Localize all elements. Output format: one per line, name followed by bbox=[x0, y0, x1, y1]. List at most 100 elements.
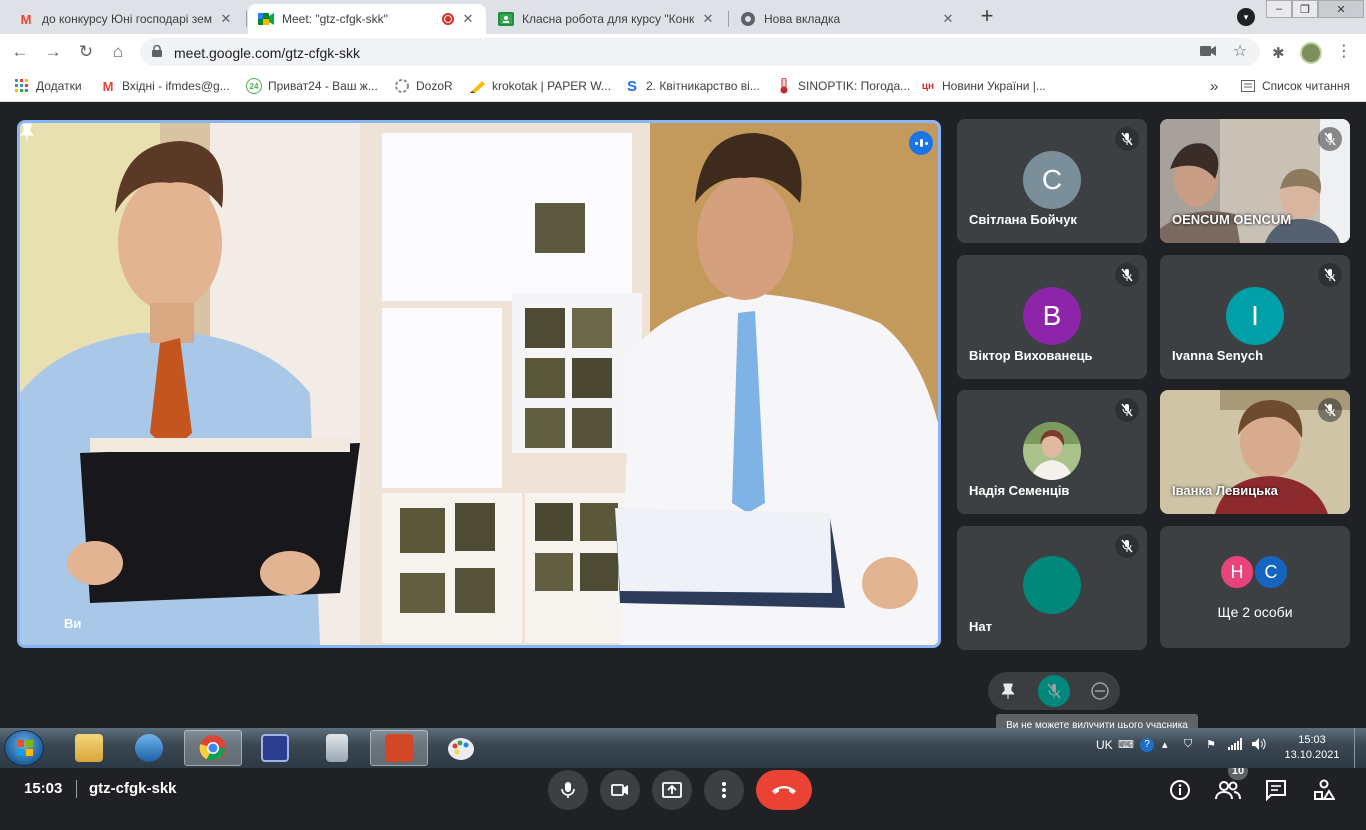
shield-icon[interactable]: ⛉ bbox=[1184, 738, 1192, 751]
bookmark-apps[interactable]: Додатки bbox=[14, 77, 82, 95]
tab-title: Meet: "gtz-cfgk-skk" bbox=[282, 12, 388, 26]
taskbar-calculator[interactable] bbox=[308, 730, 366, 766]
participant-tile[interactable]: OENCUM OENCUM bbox=[1160, 119, 1350, 243]
bookmarks-bar: Додатки M Вхідні - ifmdes@g... 24 Приват… bbox=[0, 70, 1366, 102]
folder-icon bbox=[75, 734, 103, 762]
divider bbox=[76, 780, 77, 798]
camera-icon bbox=[611, 784, 628, 796]
bookmark-krokotak[interactable]: krokotak | PAPER W... bbox=[470, 77, 611, 95]
language-indicator[interactable]: UK bbox=[1096, 738, 1113, 752]
bookmark-sinoptik[interactable]: SINOPTIK: Погода... bbox=[776, 77, 910, 95]
help-icon[interactable]: ? bbox=[1140, 738, 1154, 752]
show-desktop-button[interactable] bbox=[1354, 728, 1366, 768]
gmail-icon: M bbox=[20, 11, 32, 27]
mic-off-icon bbox=[1318, 127, 1342, 151]
bookmark-tsn[interactable]: цн Новини України |... bbox=[920, 77, 1046, 95]
participant-tile[interactable]: C Світлана Бойчук bbox=[957, 119, 1147, 243]
main-video-tile[interactable]: Ви bbox=[17, 120, 941, 648]
start-button[interactable] bbox=[4, 730, 44, 766]
close-tab-icon[interactable]: ✕ bbox=[940, 11, 956, 27]
window-controls: – ❐ ✕ bbox=[1266, 0, 1364, 20]
participant-tile[interactable]: B Віктор Вихованець bbox=[957, 255, 1147, 379]
clock-time: 15:03 bbox=[1298, 734, 1326, 746]
tab-separator bbox=[728, 11, 729, 27]
close-tab-icon[interactable]: ✕ bbox=[700, 11, 716, 27]
close-window-icon[interactable]: ✕ bbox=[1318, 0, 1364, 18]
mic-off-icon bbox=[1318, 263, 1342, 287]
forward-arrow-icon[interactable]: → bbox=[43, 42, 63, 62]
participant-tile[interactable]: Надія Семенців bbox=[957, 390, 1147, 514]
taskbar-paint[interactable] bbox=[432, 730, 490, 766]
bookmark-label: Вхідні - ifmdes@g... bbox=[122, 79, 230, 93]
bookmark-label: SINOPTIK: Погода... bbox=[798, 79, 911, 93]
present-screen-button[interactable] bbox=[652, 770, 692, 810]
microphone-icon bbox=[561, 782, 575, 798]
mic-off-icon bbox=[1115, 398, 1139, 422]
remove-participant-icon[interactable] bbox=[1084, 675, 1116, 707]
mute-participant-icon[interactable] bbox=[1038, 675, 1070, 707]
microphone-button[interactable] bbox=[548, 770, 588, 810]
participant-tile[interactable]: I Ivanna Senych bbox=[1160, 255, 1350, 379]
bookmark-star-icon[interactable]: ☆ bbox=[1232, 44, 1248, 60]
tab-title: Класна робота для курсу "Конку bbox=[522, 12, 694, 26]
meeting-time: 15:03 bbox=[24, 780, 63, 797]
taskbar-save[interactable] bbox=[246, 730, 304, 766]
more-options-button[interactable] bbox=[704, 770, 744, 810]
chat-icon[interactable] bbox=[1262, 776, 1290, 804]
leave-call-button[interactable] bbox=[756, 770, 812, 810]
participant-tile[interactable]: Нат bbox=[957, 526, 1147, 650]
address-bar[interactable]: meet.google.com/gtz-cfgk-skk ☆ bbox=[140, 38, 1260, 66]
system-clock[interactable]: 15:03 13.10.2021 bbox=[1280, 733, 1344, 763]
chrome-icon bbox=[199, 735, 226, 761]
close-tab-icon[interactable]: ✕ bbox=[460, 11, 476, 27]
volume-icon[interactable] bbox=[1252, 738, 1266, 753]
camera-in-use-icon[interactable] bbox=[1200, 44, 1216, 60]
home-icon[interactable]: ⌂ bbox=[108, 42, 128, 62]
tab-gmail[interactable]: M до конкурсу Юні господарі зем ✕ bbox=[8, 4, 244, 34]
bookmark-privat24[interactable]: 24 Приват24 - Ваш ж... bbox=[246, 77, 378, 95]
minimize-icon[interactable]: – bbox=[1266, 0, 1292, 18]
mic-off-icon bbox=[1115, 263, 1139, 287]
new-tab-button[interactable]: + bbox=[976, 5, 998, 28]
meeting-details-icon[interactable] bbox=[1166, 776, 1194, 804]
tab-classroom[interactable]: Класна робота для курсу "Конку ✕ bbox=[488, 4, 726, 34]
recording-icon bbox=[442, 13, 454, 25]
paint-palette-icon bbox=[448, 738, 474, 760]
chrome-menu-icon[interactable]: ⋮ bbox=[1336, 42, 1352, 62]
network-icon[interactable] bbox=[1228, 738, 1242, 753]
reading-list-button[interactable]: Список читання bbox=[1240, 77, 1350, 95]
bookmark-gmail[interactable]: M Вхідні - ifmdes@g... bbox=[100, 77, 230, 95]
people-icon[interactable] bbox=[1214, 776, 1242, 804]
flag-icon[interactable]: ⚑ bbox=[1206, 738, 1216, 751]
tab-new-tab[interactable]: Нова вкладка ✕ bbox=[730, 4, 966, 34]
bookmarks-overflow-chevron[interactable]: » bbox=[1210, 77, 1218, 95]
bookmark-dozor[interactable]: DozoR bbox=[394, 77, 453, 95]
tab-meet[interactable]: Meet: "gtz-cfgk-skk" ✕ bbox=[248, 4, 486, 34]
restore-icon[interactable]: ❐ bbox=[1292, 0, 1318, 18]
taskbar-explorer[interactable] bbox=[60, 730, 118, 766]
keyboard-icon[interactable]: ⌨ bbox=[1118, 738, 1134, 751]
close-tab-icon[interactable]: ✕ bbox=[218, 11, 234, 27]
bookmark-kvitnykarstvo[interactable]: S 2. Квітникарство ві... bbox=[624, 77, 760, 95]
taskbar-chrome[interactable] bbox=[184, 730, 242, 766]
reload-icon[interactable]: ↻ bbox=[76, 42, 96, 62]
camera-button[interactable] bbox=[600, 770, 640, 810]
taskbar-powerpoint[interactable] bbox=[370, 730, 428, 766]
participant-tile[interactable]: Іванка Левицька bbox=[1160, 390, 1350, 514]
avatar: B bbox=[1023, 287, 1081, 345]
url-text[interactable]: meet.google.com/gtz-cfgk-skk bbox=[174, 45, 360, 61]
tab-search-icon[interactable]: ▾ bbox=[1237, 8, 1255, 26]
tray-chevron-icon[interactable]: ▴ bbox=[1162, 738, 1168, 751]
mic-off-icon bbox=[1318, 398, 1342, 422]
pin-icon[interactable] bbox=[992, 675, 1024, 707]
clock-date: 13.10.2021 bbox=[1284, 749, 1340, 761]
activities-icon[interactable] bbox=[1310, 776, 1338, 804]
more-participants-tile[interactable]: H C Ще 2 особи bbox=[1160, 526, 1350, 648]
back-arrow-icon[interactable]: ← bbox=[10, 42, 30, 62]
tab-separator bbox=[246, 11, 247, 27]
taskbar-media-player[interactable] bbox=[120, 730, 178, 766]
pin-icon[interactable] bbox=[20, 123, 34, 141]
extensions-icon[interactable]: ✱ bbox=[1272, 44, 1285, 62]
powerpoint-icon bbox=[385, 734, 413, 762]
profile-avatar[interactable] bbox=[1300, 42, 1322, 64]
